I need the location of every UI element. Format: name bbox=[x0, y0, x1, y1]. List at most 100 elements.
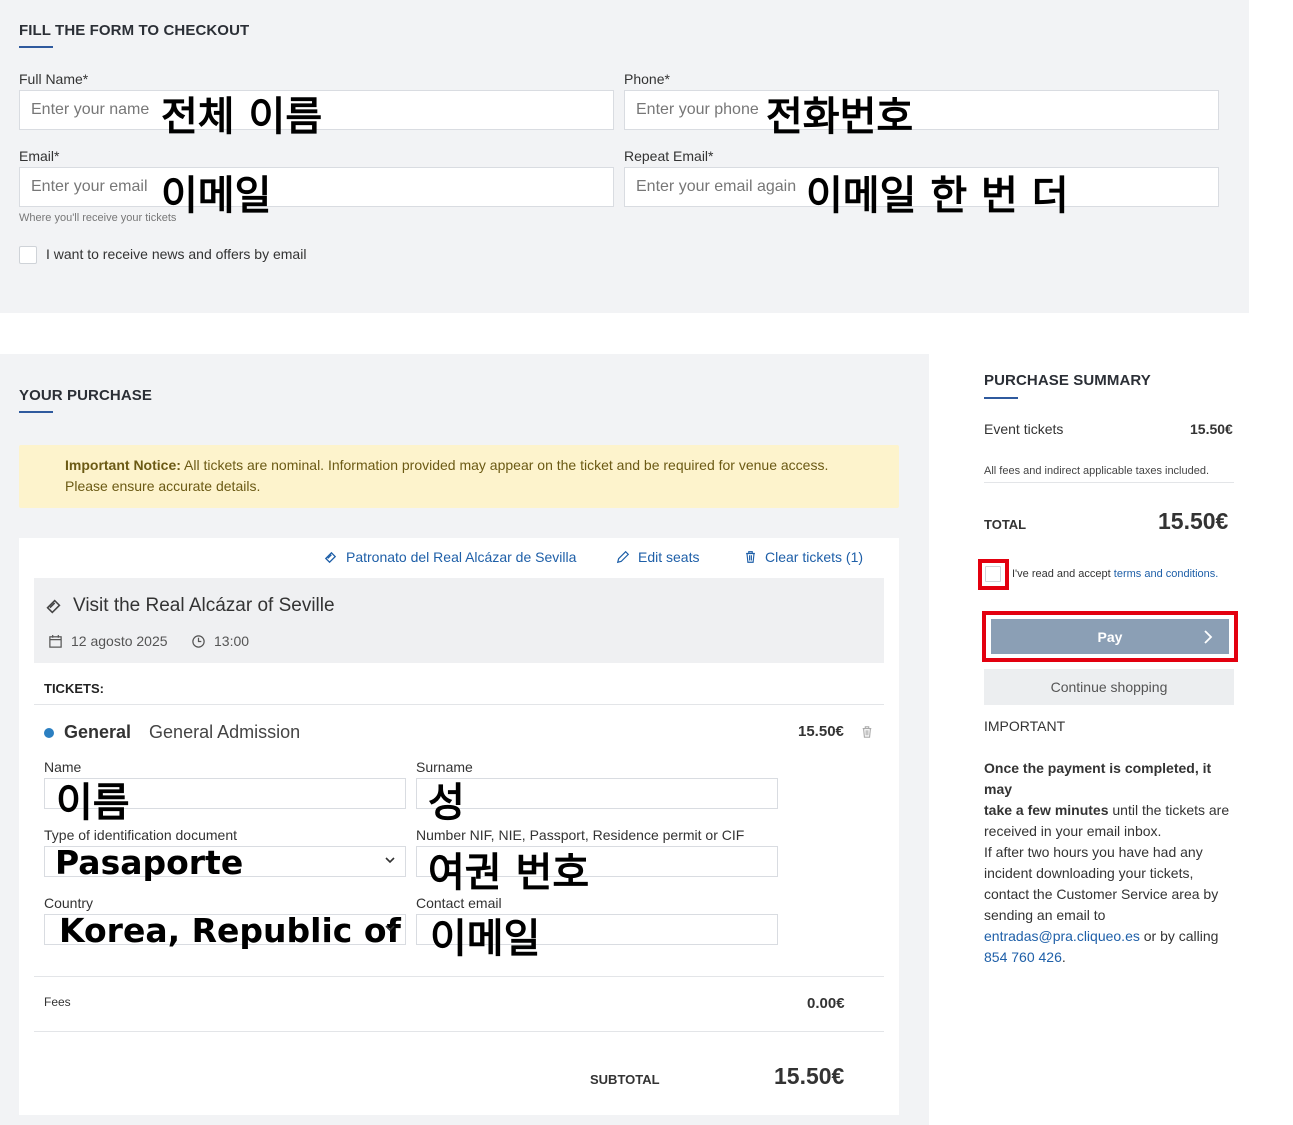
newsletter-checkbox[interactable] bbox=[19, 246, 37, 264]
event-time-text: 13:00 bbox=[214, 633, 250, 649]
fees-value: 0.00€ bbox=[807, 995, 845, 1012]
event-title: Visit the Real Alcázar of Seville bbox=[73, 595, 335, 616]
ticket-type: General bbox=[64, 722, 132, 742]
country-label: Country bbox=[44, 895, 94, 911]
ticket-price: 15.50€ bbox=[798, 723, 844, 740]
phone-input[interactable]: Enter your phone bbox=[624, 90, 1219, 130]
full-name-label: Full Name* bbox=[19, 71, 89, 87]
tickets-label: TICKETS: bbox=[44, 681, 104, 696]
doc-type-label: Type of identification document bbox=[44, 827, 238, 843]
calendar-icon bbox=[49, 634, 62, 648]
ticket-dot bbox=[44, 727, 54, 738]
event-tickets-value: 15.50€ bbox=[1190, 421, 1233, 437]
or-calling: or by calling bbox=[1139, 928, 1219, 944]
event-date: 12 agosto 2025 bbox=[48, 633, 168, 649]
full-name-placeholder: Enter your name bbox=[31, 101, 150, 118]
event-time: 13:00 bbox=[191, 633, 249, 649]
notice-bold: Important Notice: bbox=[65, 457, 181, 473]
para2-line3: contact the Customer Service area by bbox=[984, 886, 1219, 902]
terms-link[interactable]: terms and conditions. bbox=[1114, 568, 1219, 580]
support-paragraph: If after two hours you have had any inci… bbox=[984, 842, 1244, 968]
event-date-text: 12 agosto 2025 bbox=[71, 633, 168, 649]
clear-tickets-link[interactable]: Clear tickets (1) bbox=[744, 549, 863, 565]
ticket-icon bbox=[46, 598, 61, 614]
total-value: 15.50€ bbox=[1158, 508, 1229, 534]
clear-tickets-label: Clear tickets (1) bbox=[765, 549, 864, 565]
para1-bold2: take a few minutes bbox=[984, 802, 1109, 818]
payment-info-paragraph: Once the payment is completed, it may ta… bbox=[984, 758, 1234, 842]
venue-link[interactable]: Patronato del Real Alcázar de Sevilla bbox=[323, 549, 576, 565]
contact-email-annotation: 이메일 bbox=[430, 916, 541, 962]
trash-icon bbox=[746, 551, 755, 563]
chevron-down-icon bbox=[385, 925, 395, 932]
para2-line1: If after two hours you have had any bbox=[984, 844, 1203, 860]
para1-bold1: Once the payment is completed, it may bbox=[984, 760, 1212, 797]
divider bbox=[34, 976, 884, 977]
doc-number-annotation: 여권 번호 bbox=[428, 850, 590, 896]
para2-line4: sending an email to bbox=[984, 907, 1106, 923]
important-label: IMPORTANT bbox=[984, 718, 1066, 734]
important-notice: Important Notice: All tickets are nomina… bbox=[19, 445, 899, 508]
divider bbox=[34, 1031, 884, 1032]
total-label: TOTAL bbox=[984, 517, 1027, 532]
para2-line2: incident downloading your tickets, bbox=[984, 865, 1194, 881]
support-email-link[interactable]: entradas@pra.cliqueo.es bbox=[984, 928, 1140, 944]
country-select[interactable]: Korea, Republic of bbox=[44, 911, 406, 950]
surname-annotation: 성 bbox=[428, 780, 465, 826]
repeat-email-annotation: 이메일 한 번 더 bbox=[806, 173, 1069, 219]
period: . bbox=[1061, 949, 1066, 965]
venue-link-label: Patronato del Real Alcázar de Sevilla bbox=[346, 549, 577, 565]
title-underline bbox=[19, 46, 53, 48]
continue-label: Continue shopping bbox=[1050, 679, 1168, 695]
email-input[interactable]: Enter your email bbox=[19, 167, 614, 207]
event-box bbox=[34, 578, 884, 663]
divider bbox=[34, 704, 884, 705]
doc-type-value: Pasaporte bbox=[55, 843, 244, 882]
fees-label: Fees bbox=[44, 995, 71, 1009]
name-annotation: 이름 bbox=[56, 780, 130, 826]
phone-annotation: 전화번호 bbox=[766, 94, 914, 140]
newsletter-label: I want to receive news and offers by ema… bbox=[46, 246, 307, 262]
delete-ticket-icon[interactable] bbox=[861, 725, 873, 739]
para1-rest2: received in your email inbox. bbox=[984, 823, 1162, 839]
event-heading: Visit the Real Alcázar of Seville bbox=[44, 595, 335, 617]
ticket-row: General General Admission bbox=[44, 722, 300, 743]
chevron-right-icon bbox=[1204, 630, 1213, 644]
subtotal-label: SUBTOTAL bbox=[590, 1072, 660, 1087]
email-hint: Where you'll receive your tickets bbox=[19, 212, 177, 224]
terms-checkbox[interactable] bbox=[985, 566, 1001, 582]
chevron-down-icon bbox=[385, 857, 395, 864]
email-placeholder: Enter your email bbox=[31, 178, 148, 195]
repeat-email-label: Repeat Email* bbox=[624, 148, 714, 164]
form-title: FILL THE FORM TO CHECKOUT bbox=[19, 22, 250, 39]
terms-prefix: I've read and accept bbox=[1012, 568, 1114, 580]
full-name-annotation: 전체 이름 bbox=[161, 94, 323, 140]
email-annotation: 이메일 bbox=[161, 173, 272, 219]
pay-label: Pay bbox=[1097, 628, 1123, 645]
email-label: Email* bbox=[19, 148, 60, 164]
surname-input[interactable] bbox=[416, 778, 778, 809]
pencil-icon bbox=[616, 550, 630, 564]
repeat-email-placeholder: Enter your email again bbox=[636, 178, 797, 195]
edit-seats-link[interactable]: Edit seats bbox=[616, 549, 699, 565]
summary-title: PURCHASE SUMMARY bbox=[984, 372, 1151, 389]
taxes-note: All fees and indirect applicable taxes i… bbox=[984, 465, 1210, 477]
ticket-icon bbox=[324, 551, 337, 563]
phone-placeholder: Enter your phone bbox=[636, 101, 759, 118]
ticket-desc: General Admission bbox=[149, 722, 301, 742]
pay-button[interactable]: Pay bbox=[991, 619, 1229, 654]
divider bbox=[984, 482, 1234, 483]
purchase-title: YOUR PURCHASE bbox=[19, 387, 152, 404]
subtotal-value: 15.50€ bbox=[774, 1063, 845, 1089]
doc-type-select[interactable]: Pasaporte bbox=[44, 843, 406, 882]
edit-seats-label: Edit seats bbox=[638, 549, 700, 565]
continue-shopping-button[interactable]: Continue shopping bbox=[984, 669, 1234, 705]
phone-label: Phone* bbox=[624, 71, 670, 87]
country-value: Korea, Republic of bbox=[59, 911, 401, 950]
clock-icon bbox=[192, 634, 205, 648]
summary-title-underline bbox=[984, 397, 1018, 399]
support-phone-link[interactable]: 854 760 426 bbox=[984, 949, 1062, 965]
para1-rest1: until the tickets are bbox=[1108, 802, 1230, 818]
purchase-title-underline bbox=[19, 411, 53, 413]
terms-text: I've read and accept terms and condition… bbox=[1012, 568, 1218, 580]
